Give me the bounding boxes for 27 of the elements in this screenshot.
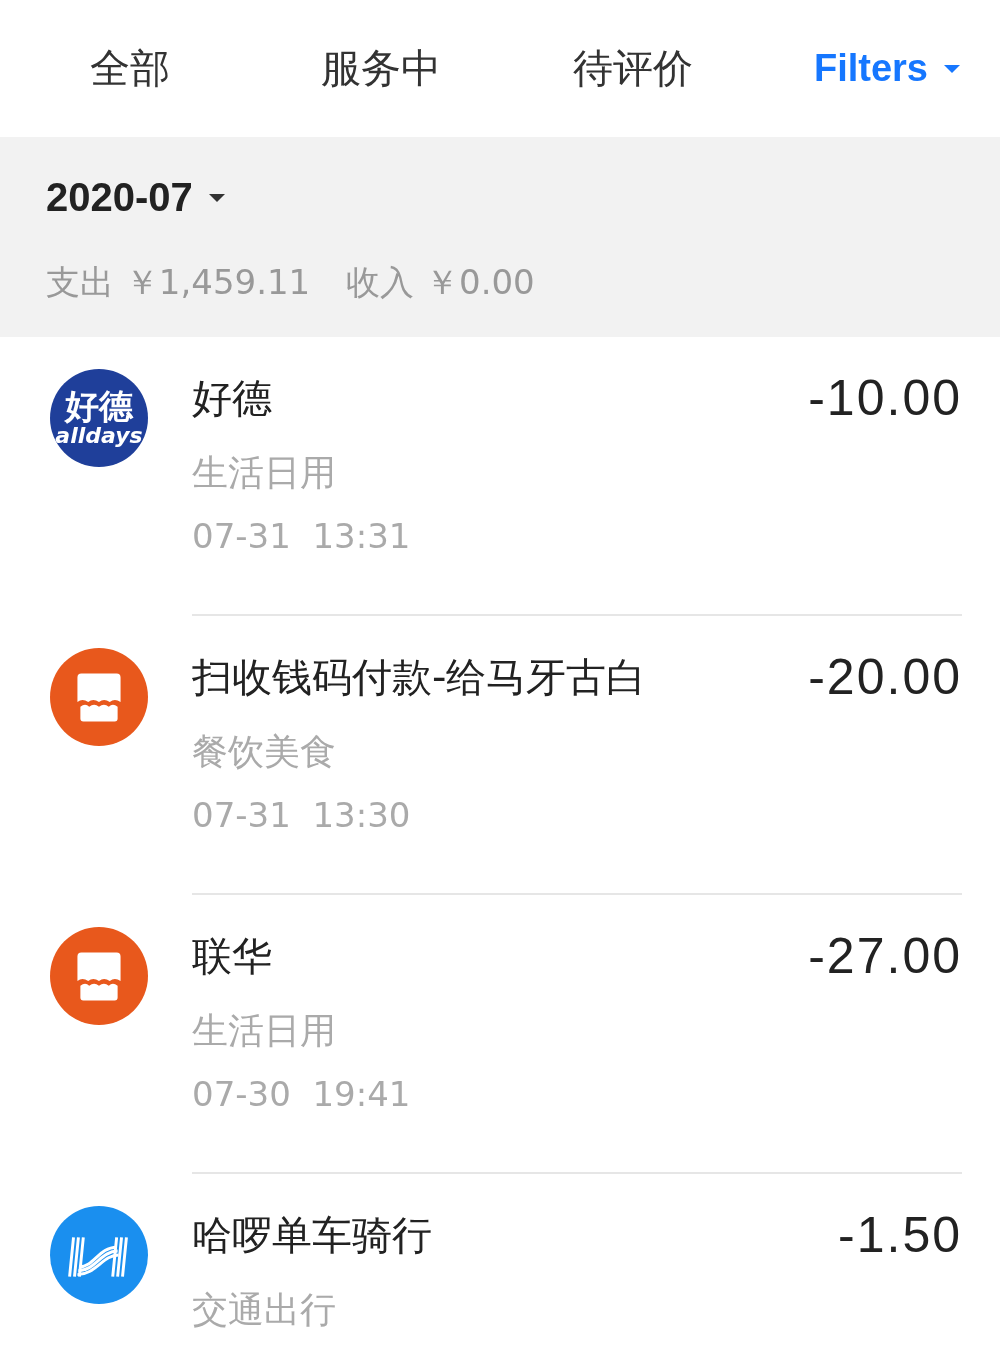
transaction-time: 07-31 13:30 — [192, 795, 412, 835]
transaction-category: 交通出行 — [192, 1288, 337, 1332]
tab[interactable]: 待评价 — [562, 41, 703, 96]
transaction-time: 07-30 19:41 — [192, 1074, 412, 1114]
h-letter-icon — [50, 1206, 148, 1304]
transaction-title: 扫收钱码付款-给马牙古白 — [192, 652, 647, 702]
transaction-title: 联华 — [192, 931, 272, 981]
transaction-title: 好德 — [192, 373, 272, 423]
transaction-category: 生活日用 — [192, 451, 337, 495]
transaction-time: 07-31 13:31 — [192, 516, 412, 556]
transaction-amount: -27.00 — [808, 927, 962, 985]
transaction-category: 生活日用 — [192, 1009, 337, 1053]
caret-icon — [942, 62, 962, 75]
store-logo: 好德 alldays — [50, 369, 148, 467]
tab[interactable]: 服务中 — [311, 41, 452, 96]
filters-button[interactable]: Filters — [813, 47, 962, 90]
income-total: 收入 ￥0.00 — [346, 261, 535, 304]
shop-icon — [50, 648, 148, 746]
transaction-amount: -10.00 — [808, 369, 962, 427]
transaction-amount: -20.00 — [808, 648, 962, 706]
tab[interactable]: 全部 — [60, 41, 200, 96]
transaction-title: 哈啰单车骑行 — [192, 1210, 432, 1260]
expense-total: 支出 ￥1,459.11 — [46, 261, 311, 304]
month-picker[interactable]: 2020-07 — [46, 175, 227, 220]
transaction-category: 餐饮美食 — [192, 730, 337, 774]
shop-icon — [50, 927, 148, 1025]
transaction-amount: -1.50 — [838, 1206, 962, 1264]
